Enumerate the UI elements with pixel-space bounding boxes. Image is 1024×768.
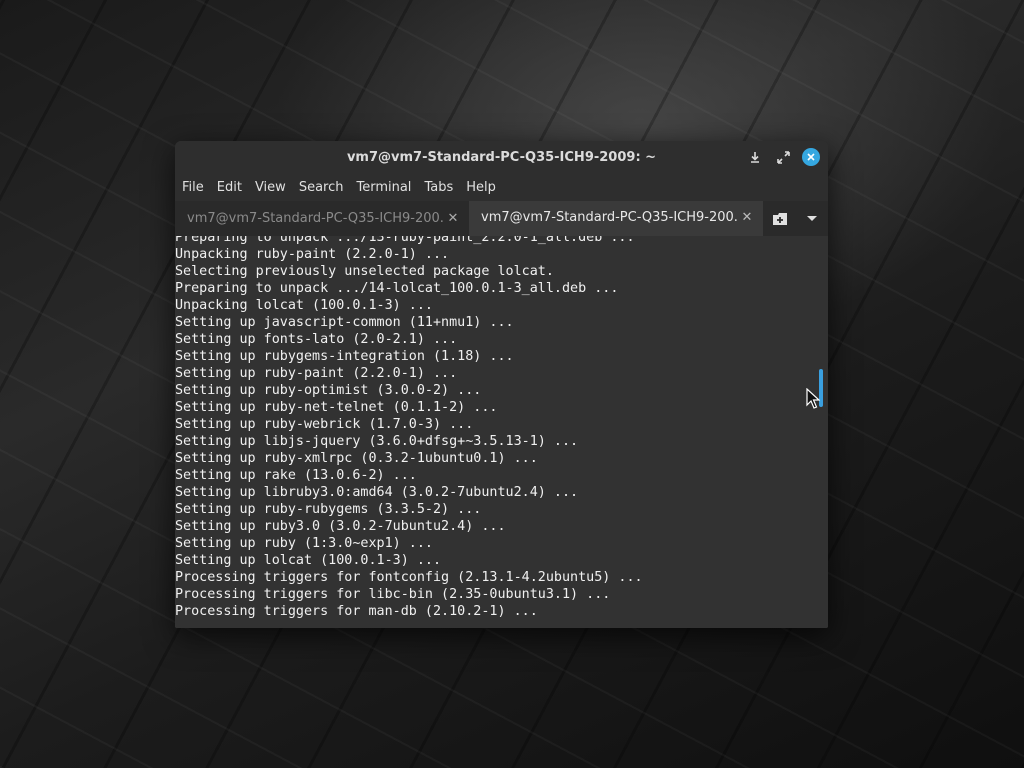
menu-edit[interactable]: Edit xyxy=(212,180,247,195)
menu-view[interactable]: View xyxy=(250,180,291,195)
tab-2[interactable]: vm7@vm7-Standard-PC-Q35-ICH9-200... ✕ xyxy=(469,201,763,236)
menu-file[interactable]: File xyxy=(177,180,209,195)
mouse-cursor-icon xyxy=(806,387,821,414)
tab-bar: vm7@vm7-Standard-PC-Q35-ICH9-200... ✕ vm… xyxy=(175,201,828,236)
terminal-line: Setting up javascript-common (11+nmu1) .… xyxy=(175,315,514,330)
minimize-icon[interactable] xyxy=(746,148,764,166)
tab-tools xyxy=(764,201,828,236)
terminal-line: Setting up ruby3.0 (3.0.2-7ubuntu2.4) ..… xyxy=(175,519,506,534)
menubar: File Edit View Search Terminal Tabs Help xyxy=(175,173,828,201)
tab-label: vm7@vm7-Standard-PC-Q35-ICH9-200... xyxy=(187,211,445,226)
terminal-line: Setting up ruby-net-telnet (0.1.1-2) ... xyxy=(175,400,498,415)
menu-help[interactable]: Help xyxy=(461,180,501,195)
tab-menu-chevron-icon[interactable] xyxy=(796,201,828,236)
menu-search[interactable]: Search xyxy=(294,180,349,195)
new-tab-icon[interactable] xyxy=(764,201,796,236)
terminal-line: Preparing to unpack .../14-lolcat_100.0.… xyxy=(175,281,619,296)
terminal-line: Setting up rubygems-integration (1.18) .… xyxy=(175,349,514,364)
tab-close-icon[interactable]: ✕ xyxy=(739,210,755,225)
terminal-line: Setting up lolcat (100.0.1-3) ... xyxy=(175,553,442,568)
terminal-line: Preparing to unpack .../13-ruby-paint_2.… xyxy=(175,236,635,245)
window-controls xyxy=(746,141,820,173)
terminal-line: Setting up rake (13.0.6-2) ... xyxy=(175,468,417,483)
close-icon[interactable] xyxy=(802,148,820,166)
terminal-line: Setting up fonts-lato (2.0-2.1) ... xyxy=(175,332,458,347)
terminal-lines: Preparing to unpack .../13-ruby-paint_2.… xyxy=(175,236,643,620)
terminal-output[interactable]: Preparing to unpack .../13-ruby-paint_2.… xyxy=(175,236,828,628)
tab-label: vm7@vm7-Standard-PC-Q35-ICH9-200... xyxy=(481,210,739,225)
maximize-icon[interactable] xyxy=(774,148,792,166)
terminal-window: vm7@vm7-Standard-PC-Q35-ICH9-2009: ~ Fil… xyxy=(175,141,828,628)
terminal-line: Setting up ruby-webrick (1.7.0-3) ... xyxy=(175,417,474,432)
terminal-line: Setting up ruby (1:3.0~exp1) ... xyxy=(175,536,433,551)
window-titlebar[interactable]: vm7@vm7-Standard-PC-Q35-ICH9-2009: ~ xyxy=(175,141,828,173)
terminal-line: Unpacking lolcat (100.0.1-3) ... xyxy=(175,298,433,313)
terminal-line: Setting up libjs-jquery (3.6.0+dfsg+~3.5… xyxy=(175,434,579,449)
window-title: vm7@vm7-Standard-PC-Q35-ICH9-2009: ~ xyxy=(346,149,657,165)
terminal-line: Processing triggers for libc-bin (2.35-0… xyxy=(175,587,611,602)
terminal-line: Setting up ruby-paint (2.2.0-1) ... xyxy=(175,366,458,381)
terminal-line: Processing triggers for fontconfig (2.13… xyxy=(175,570,643,585)
terminal-line: Setting up libruby3.0:amd64 (3.0.2-7ubun… xyxy=(175,485,579,500)
terminal-line: Selecting previously unselected package … xyxy=(175,264,554,279)
menu-tabs[interactable]: Tabs xyxy=(419,180,458,195)
terminal-line: Unpacking ruby-paint (2.2.0-1) ... xyxy=(175,247,450,262)
terminal-line: Setting up ruby-rubygems (3.3.5-2) ... xyxy=(175,502,482,517)
menu-terminal[interactable]: Terminal xyxy=(351,180,416,195)
terminal-line: Processing triggers for man-db (2.10.2-1… xyxy=(175,604,538,619)
terminal-line: Setting up ruby-xmlrpc (0.3.2-1ubuntu0.1… xyxy=(175,451,538,466)
tab-1[interactable]: vm7@vm7-Standard-PC-Q35-ICH9-200... ✕ xyxy=(175,201,469,236)
tab-close-icon[interactable]: ✕ xyxy=(445,211,461,226)
terminal-line: Setting up ruby-optimist (3.0.0-2) ... xyxy=(175,383,482,398)
